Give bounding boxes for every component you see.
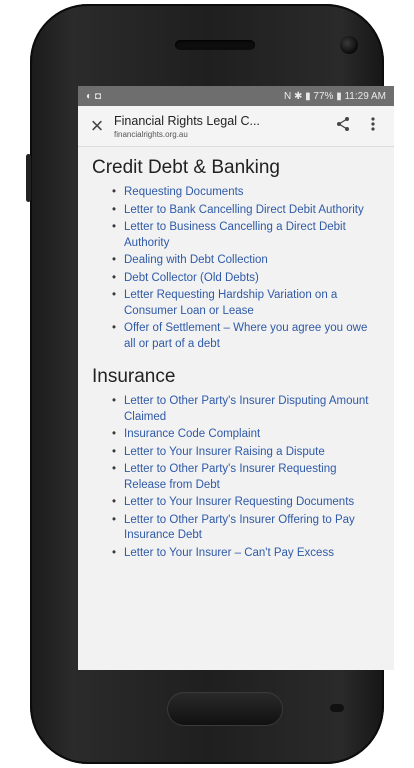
list-item[interactable]: Letter to Your Insurer Raising a Dispute bbox=[112, 445, 380, 461]
list-item[interactable]: Letter to Bank Cancelling Direct Debit A… bbox=[112, 203, 380, 219]
phone-frame: ◐ ◘ N ✱ ▮ 77% ▮ 11:29 AM × Financial Rig… bbox=[26, 4, 394, 764]
list-item[interactable]: Letter to Other Party's Insurer Requesti… bbox=[112, 462, 380, 493]
list-item[interactable]: Offer of Settlement – Where you agree yo… bbox=[112, 321, 380, 352]
page-content: Credit Debt & Banking Requesting Documen… bbox=[78, 147, 394, 561]
section-credit-debt-banking: Credit Debt & Banking Requesting Documen… bbox=[92, 157, 380, 352]
status-left-icons: ◐ ◘ bbox=[86, 91, 101, 102]
section-heading: Insurance bbox=[92, 366, 176, 387]
list-item[interactable]: Requesting Documents bbox=[112, 185, 380, 201]
volume-button bbox=[26, 154, 31, 202]
list-item[interactable]: Letter to Business Cancelling a Direct D… bbox=[112, 220, 380, 251]
front-camera bbox=[340, 36, 358, 54]
list-item[interactable]: Letter to Your Insurer Requesting Docume… bbox=[112, 495, 380, 511]
page-title: Financial Rights Legal C... bbox=[114, 113, 260, 128]
screen: ◐ ◘ N ✱ ▮ 77% ▮ 11:29 AM × Financial Rig… bbox=[78, 86, 394, 670]
back-key[interactable] bbox=[330, 704, 344, 712]
more-vert-icon[interactable] bbox=[358, 116, 388, 137]
custom-tab-toolbar: × Financial Rights Legal C... financialr… bbox=[78, 106, 394, 147]
earpiece-speaker bbox=[175, 40, 255, 50]
title-box: Financial Rights Legal C... financialrig… bbox=[110, 114, 328, 139]
page-url: financialrights.org.au bbox=[114, 129, 188, 139]
list-item[interactable]: Debt Collector (Old Debts) bbox=[112, 271, 380, 287]
list-item[interactable]: Letter to Your Insurer – Can't Pay Exces… bbox=[112, 546, 380, 562]
list-item[interactable]: Dealing with Debt Collection bbox=[112, 253, 380, 269]
section-heading: Credit Debt & Banking bbox=[92, 157, 280, 178]
status-right: N ✱ ▮ 77% ▮ 11:29 AM bbox=[284, 91, 386, 102]
close-icon[interactable]: × bbox=[84, 113, 110, 139]
section-insurance: Insurance Letter to Other Party's Insure… bbox=[92, 366, 380, 561]
status-bar: ◐ ◘ N ✱ ▮ 77% ▮ 11:29 AM bbox=[78, 86, 394, 106]
notification-icons: ◐ ◘ bbox=[86, 90, 101, 102]
home-button[interactable] bbox=[167, 692, 283, 726]
list-item[interactable]: Letter Requesting Hardship Variation on … bbox=[112, 288, 380, 319]
list-item[interactable]: Insurance Code Complaint bbox=[112, 427, 380, 443]
share-icon[interactable] bbox=[328, 116, 358, 137]
status-text: N ✱ ▮ 77% ▮ 11:29 AM bbox=[283, 90, 386, 102]
list-item[interactable]: Letter to Other Party's Insurer Offering… bbox=[112, 513, 380, 544]
list-item[interactable]: Letter to Other Party's Insurer Disputin… bbox=[112, 394, 380, 425]
link-list: Letter to Other Party's Insurer Disputin… bbox=[92, 394, 380, 561]
link-list: Requesting Documents Letter to Bank Canc… bbox=[92, 185, 380, 352]
